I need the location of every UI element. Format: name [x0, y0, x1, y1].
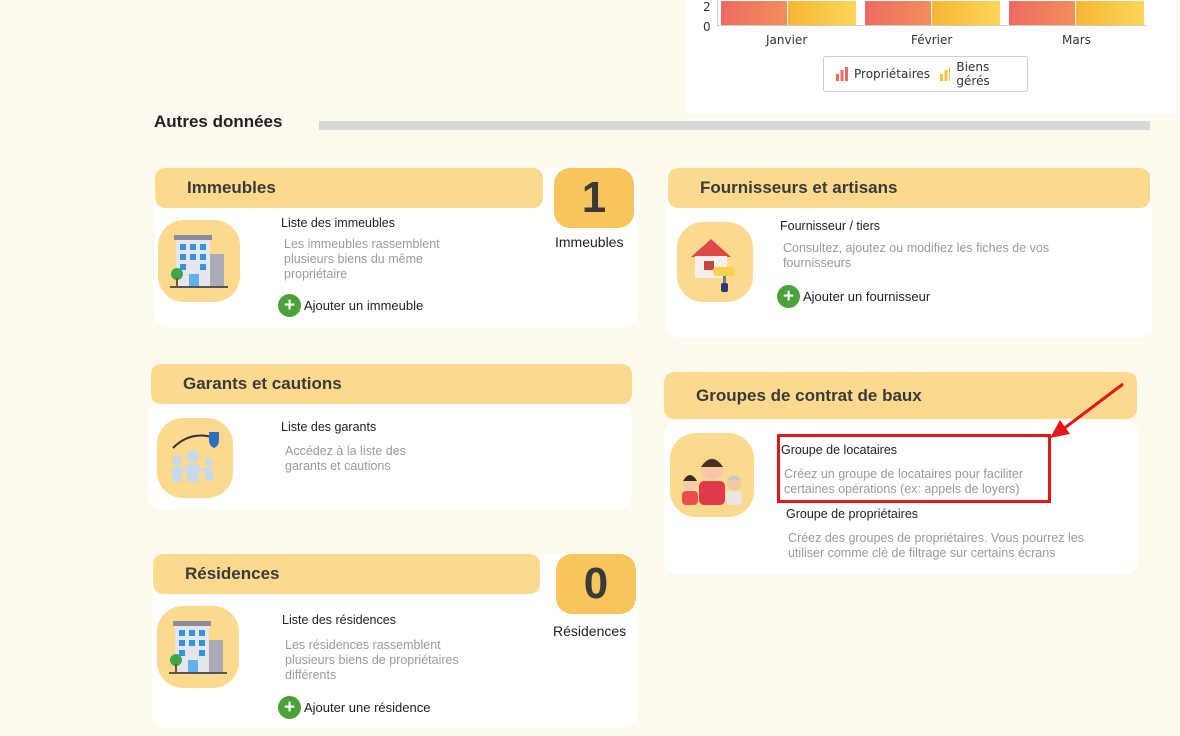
- x-tick-label: Février: [911, 33, 953, 47]
- immeubles-card-header: Immeubles: [155, 168, 543, 208]
- bar-biens-janvier: [788, 1, 856, 25]
- x-tick-label: Mars: [1062, 33, 1091, 47]
- residences-count-label: Résidences: [553, 623, 627, 639]
- groupe-proprietaires-link[interactable]: Groupe de propriétaires: [786, 507, 918, 521]
- bar-chart-icon: [836, 67, 848, 81]
- chart-legend: Propriétaires Biens gérés: [823, 56, 1028, 92]
- residences-count-badge: 0: [556, 554, 636, 614]
- bar-proprietaires-fevrier: [865, 1, 931, 25]
- y-axis-line: [717, 0, 718, 26]
- immeubles-list-link[interactable]: Liste des immeubles: [281, 216, 395, 230]
- bar-chart-icon: [940, 67, 951, 81]
- immeubles-description: Les immeubles rassemblent plusieurs bien…: [284, 237, 440, 281]
- immeubles-count-badge: 1: [554, 168, 634, 228]
- bar-biens-mars: [1076, 1, 1144, 25]
- fournisseurs-description: Consultez, ajoutez ou modifiez les fiche…: [783, 241, 1050, 270]
- legend-item-biens-geres[interactable]: Biens gérés: [940, 60, 1017, 88]
- people-group-icon: [670, 433, 754, 517]
- groupe-proprietaires-description: Créez des groupes de propriétaires. Vous…: [788, 531, 1084, 560]
- garants-list-link[interactable]: Liste des garants: [281, 420, 376, 434]
- fournisseurs-card-header: Fournisseurs et artisans: [668, 168, 1150, 208]
- section-title: Autres données: [154, 112, 283, 131]
- plus-icon: +: [278, 294, 301, 317]
- bar-biens-fevrier: [932, 1, 1000, 25]
- garants-card-header: Garants et cautions: [151, 364, 632, 404]
- legend-label: Biens gérés: [956, 60, 990, 88]
- add-fournisseur-button[interactable]: + Ajouter un fournisseur: [777, 285, 930, 308]
- add-residence-button[interactable]: + Ajouter une résidence: [278, 696, 430, 719]
- residences-description: Les résidences rassemblent plusieurs bie…: [285, 638, 459, 682]
- building-icon: [158, 220, 240, 302]
- x-tick-label: Janvier: [766, 33, 808, 47]
- y-tick-label: 0: [703, 20, 711, 34]
- garants-description: Accédez à la liste des garants et cautio…: [285, 444, 406, 473]
- house-paint-icon: [677, 222, 753, 302]
- immeubles-count-label: Immeubles: [555, 234, 624, 250]
- highlight-box: [777, 434, 1051, 503]
- plus-icon: +: [278, 696, 301, 719]
- x-axis-line: [717, 25, 1147, 26]
- section-divider: [319, 121, 1150, 130]
- residences-card-header: Résidences: [153, 554, 540, 594]
- family-shield-icon: [157, 418, 233, 498]
- fournisseur-tiers-link[interactable]: Fournisseur / tiers: [780, 219, 880, 233]
- bar-proprietaires-mars: [1009, 1, 1075, 25]
- add-immeuble-label: Ajouter un immeuble: [304, 298, 424, 313]
- annotation-arrow-icon: [1050, 382, 1124, 438]
- residences-list-link[interactable]: Liste des résidences: [282, 613, 396, 627]
- bar-proprietaires-janvier: [721, 1, 787, 25]
- y-tick-label: 2: [703, 0, 711, 14]
- legend-item-proprietaires[interactable]: Propriétaires: [836, 67, 930, 81]
- plus-icon: +: [777, 285, 800, 308]
- add-immeuble-button[interactable]: + Ajouter un immeuble: [278, 294, 423, 317]
- add-fournisseur-label: Ajouter un fournisseur: [803, 289, 931, 304]
- building-icon: [157, 606, 239, 688]
- add-residence-label: Ajouter une résidence: [304, 700, 431, 715]
- legend-label: Propriétaires: [854, 67, 931, 81]
